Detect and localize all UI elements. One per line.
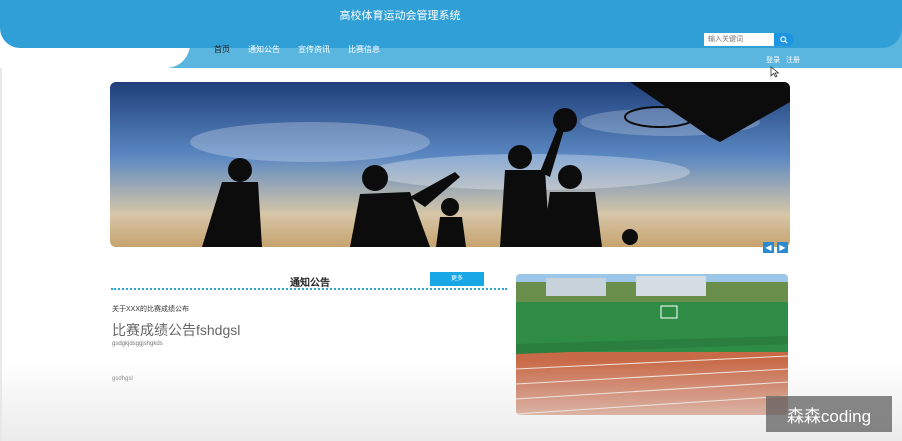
left-edge [0,68,2,441]
nav-item-matches[interactable]: 比赛信息 [344,42,384,57]
arrow-right-icon[interactable]: ▶ [777,242,788,253]
site-title: 高校体育运动会管理系统 [339,10,461,22]
notice-header: 通知公告 更多 [111,270,507,290]
login-link[interactable]: 登录 [766,55,780,65]
watermark: 森森coding [766,396,892,432]
banner-arrows: ◀ ▶ [763,242,788,253]
mouse-cursor-icon [770,66,780,78]
notice-section: 通知公告 更多 关于XXX的比赛成绩公布 比赛成绩公告fshdgsl gsdgk… [111,270,507,382]
more-button[interactable]: 更多 [430,272,484,286]
nav-item-notices[interactable]: 通知公告 [244,42,284,57]
search-icon [780,35,788,44]
notice-headline[interactable]: 比赛成绩公告fshdgsl [112,320,240,340]
notice-title: 通知公告 [290,278,330,289]
arrow-left-icon[interactable]: ◀ [763,242,774,253]
notice-item-link[interactable]: 关于XXX的比赛成绩公布 [112,304,189,314]
nav-item-home[interactable]: 首页 [210,42,234,71]
search-box [704,33,794,46]
search-input[interactable] [704,33,774,46]
main-nav: 首页 通知公告 宣传资讯 比赛信息 [210,42,384,71]
hero-banner [110,82,790,247]
auth-links: 登录 注册 [766,55,800,65]
notice-summary: gsdgkjdsggjshgkds [112,341,163,347]
stadium-photo [516,274,788,415]
register-link[interactable]: 注册 [786,55,800,65]
nav-item-news[interactable]: 宣传资讯 [294,42,334,57]
search-button[interactable] [774,33,794,46]
notice-footer-text: gsdhgsl [112,376,133,382]
